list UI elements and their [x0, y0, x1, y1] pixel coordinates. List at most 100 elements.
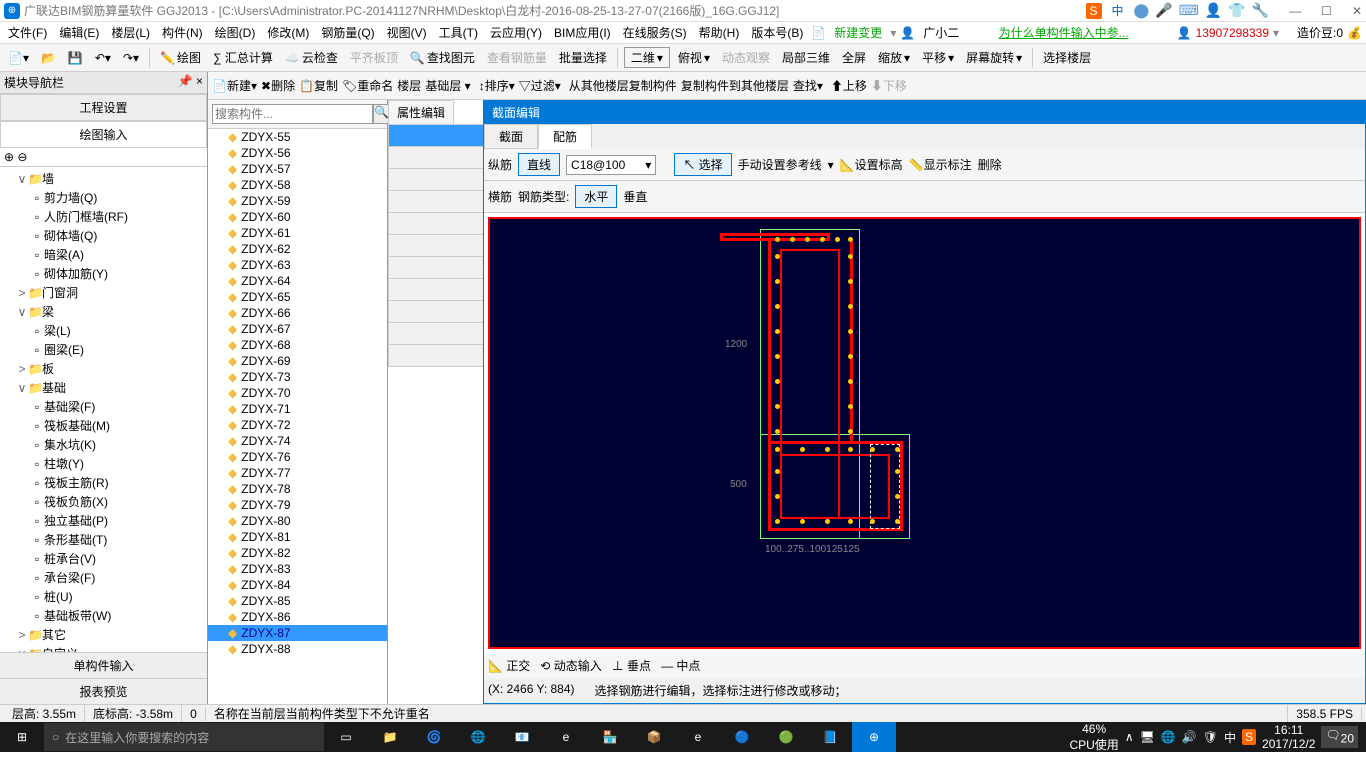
- flat-button[interactable]: 平齐板顶: [346, 47, 402, 68]
- component-item[interactable]: ◆ZDYX-73: [208, 369, 387, 385]
- vertical-button[interactable]: 垂直: [623, 188, 647, 205]
- taskbar-app-11[interactable]: 📘: [808, 722, 852, 752]
- clock-date[interactable]: 2017/12/2: [1262, 737, 1315, 751]
- tree-item[interactable]: ▫人防门框墙(RF): [2, 207, 205, 226]
- component-item[interactable]: ◆ZDYX-80: [208, 513, 387, 529]
- ime-label[interactable]: 中: [1112, 2, 1124, 19]
- close-button[interactable]: ✕: [1352, 4, 1362, 18]
- draw-button[interactable]: ✏️绘图: [156, 47, 205, 68]
- down-button[interactable]: ⬇下移: [871, 77, 907, 94]
- menu-component[interactable]: 构件(N): [158, 22, 207, 43]
- set-elev-button[interactable]: 📐设置标高: [840, 156, 903, 173]
- ime-icon-3[interactable]: ⌨: [1179, 2, 1199, 19]
- menu-cloud[interactable]: 云应用(Y): [486, 22, 546, 43]
- menu-view[interactable]: 视图(V): [383, 22, 431, 43]
- user-label[interactable]: 广小二: [919, 22, 963, 43]
- component-item[interactable]: ◆ZDYX-64: [208, 273, 387, 289]
- select-button[interactable]: ↖ 选择: [674, 153, 731, 176]
- component-item[interactable]: ◆ZDYX-79: [208, 497, 387, 513]
- sum-button[interactable]: ∑ 汇总计算: [209, 47, 277, 68]
- fullscreen-button[interactable]: 全屏: [838, 47, 870, 68]
- dyn-input-button[interactable]: ⟲ 动态输入: [540, 657, 601, 674]
- minimize-button[interactable]: —: [1289, 4, 1301, 18]
- local3d-button[interactable]: 局部三维: [778, 47, 834, 68]
- menu-tools[interactable]: 工具(T): [435, 22, 482, 43]
- taskbar-app-1[interactable]: 📁: [368, 722, 412, 752]
- component-item[interactable]: ◆ZDYX-82: [208, 545, 387, 561]
- tree-item[interactable]: ▫桩(U): [2, 587, 205, 606]
- cortana-search[interactable]: ○ 在这里输入你要搜索的内容: [44, 723, 324, 751]
- tree-item[interactable]: ∨📁自定义: [2, 644, 205, 652]
- tree-item[interactable]: ∨📁墙: [2, 169, 205, 188]
- new-file-button[interactable]: 📄▾: [4, 49, 33, 67]
- expand-icon[interactable]: ⊕: [4, 150, 14, 164]
- component-item[interactable]: ◆ZDYX-85: [208, 593, 387, 609]
- ime-icon-5[interactable]: 👕: [1228, 2, 1245, 19]
- copy-to-button[interactable]: 复制构件到其他楼层: [681, 77, 789, 94]
- component-item[interactable]: ◆ZDYX-68: [208, 337, 387, 353]
- component-item[interactable]: ◆ZDYX-67: [208, 321, 387, 337]
- component-item[interactable]: ◆ZDYX-56: [208, 145, 387, 161]
- mid-button[interactable]: — 中点: [661, 657, 700, 674]
- component-item[interactable]: ◆ZDYX-57: [208, 161, 387, 177]
- section-tab-shape[interactable]: 截面: [484, 124, 538, 149]
- component-item[interactable]: ◆ZDYX-58: [208, 177, 387, 193]
- component-item[interactable]: ◆ZDYX-81: [208, 529, 387, 545]
- up-button[interactable]: ⬆上移: [831, 77, 867, 94]
- task-view-button[interactable]: ▭: [324, 722, 368, 752]
- component-item[interactable]: ◆ZDYX-62: [208, 241, 387, 257]
- nav-tree[interactable]: ∨📁墙▫剪力墙(Q)▫人防门框墙(RF)▫砌体墙(Q)▫暗梁(A)▫砌体加筋(Y…: [0, 167, 207, 652]
- component-item[interactable]: ◆ZDYX-55: [208, 129, 387, 145]
- delete-rebar-button[interactable]: 删除: [978, 156, 1002, 173]
- collapse-icon[interactable]: ⊖: [17, 150, 27, 164]
- taskbar-app-4[interactable]: 📧: [500, 722, 544, 752]
- tray-battery-icon[interactable]: 🖥: [1140, 730, 1155, 744]
- tree-item[interactable]: ▫梁(L): [2, 321, 205, 340]
- tree-item[interactable]: ▫圈梁(E): [2, 340, 205, 359]
- find-comp-button[interactable]: 查找▾: [793, 77, 823, 94]
- taskbar-app-6[interactable]: 🏪: [588, 722, 632, 752]
- show-dim-button[interactable]: 📏显示标注: [909, 156, 972, 173]
- tree-item[interactable]: ▫桩承台(V): [2, 549, 205, 568]
- tray-network-icon[interactable]: 🌐: [1161, 730, 1176, 744]
- clock-time[interactable]: 16:11: [1262, 723, 1315, 737]
- tree-item[interactable]: ▫暗梁(A): [2, 245, 205, 264]
- component-item[interactable]: ◆ZDYX-71: [208, 401, 387, 417]
- tray-ime[interactable]: 中: [1224, 729, 1236, 746]
- phone-label[interactable]: 13907298339: [1196, 26, 1269, 40]
- tree-item[interactable]: ∨📁梁: [2, 302, 205, 321]
- tree-item[interactable]: ▫柱墩(Y): [2, 454, 205, 473]
- perp-button[interactable]: ⊥ 垂点: [612, 657, 651, 674]
- tree-item[interactable]: ▫砌体墙(Q): [2, 226, 205, 245]
- ime-icon-4[interactable]: 👤: [1205, 2, 1222, 19]
- menu-online[interactable]: 在线服务(S): [619, 22, 691, 43]
- ortho-button[interactable]: 📐 正交: [488, 657, 530, 674]
- tree-item[interactable]: ▫剪力墙(Q): [2, 188, 205, 207]
- component-item[interactable]: ◆ZDYX-88: [208, 641, 387, 657]
- component-item[interactable]: ◆ZDYX-78: [208, 481, 387, 497]
- component-item[interactable]: ◆ZDYX-77: [208, 465, 387, 481]
- tree-item[interactable]: ▫独立基础(P): [2, 511, 205, 530]
- taskbar-app-12[interactable]: ⊕: [852, 722, 896, 752]
- component-item[interactable]: ◆ZDYX-61: [208, 225, 387, 241]
- section-canvas[interactable]: 1200 500 100..275..100125125: [488, 217, 1361, 649]
- component-item[interactable]: ◆ZDYX-74: [208, 433, 387, 449]
- component-item[interactable]: ◆ZDYX-70: [208, 385, 387, 401]
- new-change-link[interactable]: 新建变更: [830, 22, 886, 43]
- taskbar-app-3[interactable]: 🌐: [456, 722, 500, 752]
- component-item[interactable]: ◆ZDYX-72: [208, 417, 387, 433]
- select-floor-button[interactable]: 选择楼层: [1039, 47, 1095, 68]
- menu-help[interactable]: 帮助(H): [695, 22, 744, 43]
- pan-button[interactable]: 平移▾: [918, 47, 958, 68]
- component-item[interactable]: ◆ZDYX-69: [208, 353, 387, 369]
- copy-comp-button[interactable]: 📋复制: [299, 77, 338, 94]
- component-item[interactable]: ◆ZDYX-87: [208, 625, 387, 641]
- component-item[interactable]: ◆ZDYX-59: [208, 193, 387, 209]
- tray-security-icon[interactable]: 🛡: [1203, 730, 1218, 744]
- taskbar-app-7[interactable]: 📦: [632, 722, 676, 752]
- taskbar-app-5[interactable]: e: [544, 722, 588, 752]
- ime-icon-6[interactable]: 🔧: [1252, 2, 1269, 19]
- filter-button[interactable]: ▽过滤▾: [519, 77, 561, 94]
- tree-item[interactable]: ▫基础梁(F): [2, 397, 205, 416]
- ref-line-button[interactable]: 手动设置参考线: [738, 156, 822, 173]
